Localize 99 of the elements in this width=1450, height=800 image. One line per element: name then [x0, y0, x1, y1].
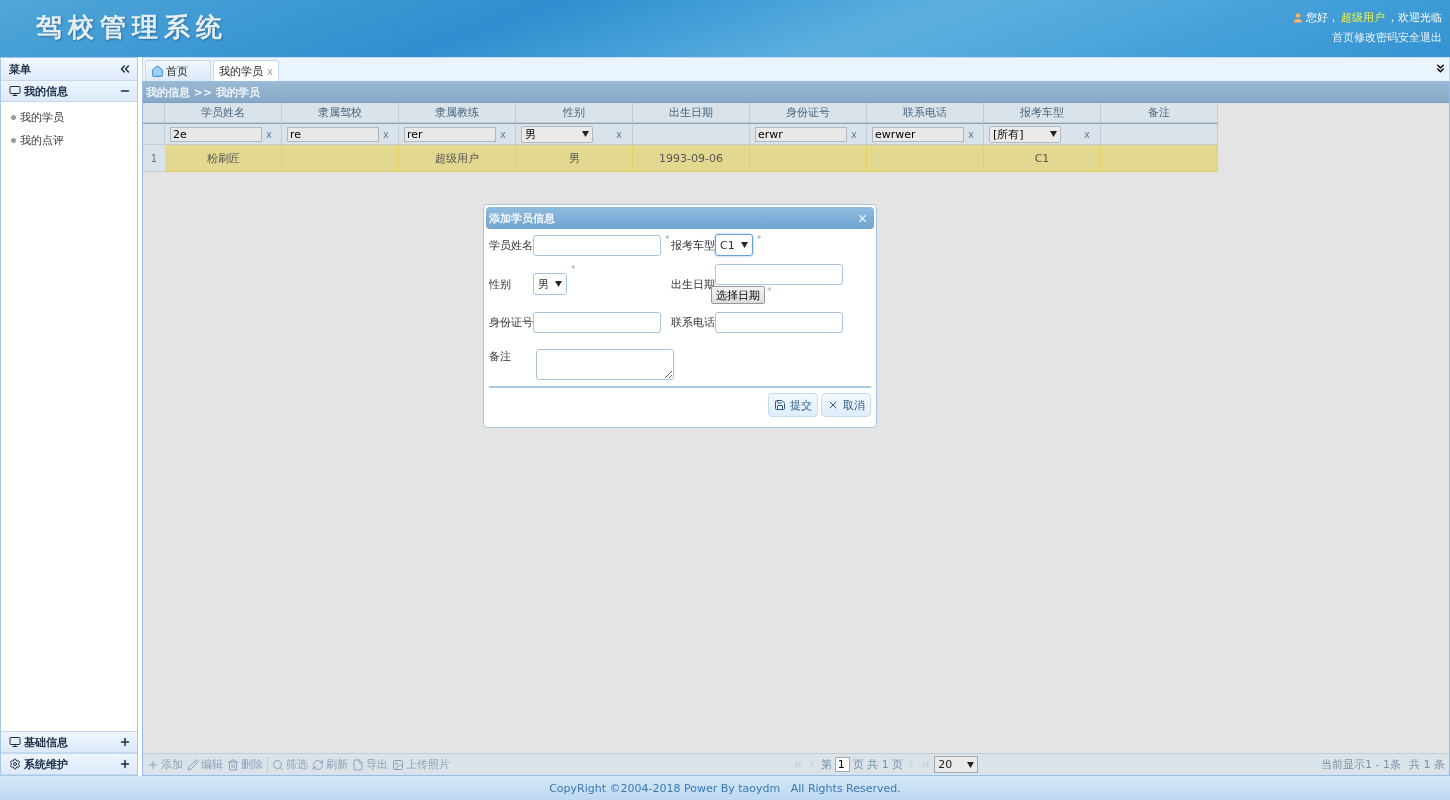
pencil-icon: [187, 758, 199, 771]
menu-group-header[interactable]: 系统维护: [1, 753, 137, 775]
table-cell: 超级用户: [399, 145, 516, 172]
table-cell: 1993-09-06: [633, 145, 750, 172]
clear-filter-button[interactable]: x: [500, 128, 506, 140]
pick-date-button[interactable]: 选择日期: [711, 286, 765, 304]
column-header[interactable]: 身份证号: [750, 103, 867, 123]
welcome-text: ，欢迎光临: [1387, 10, 1442, 25]
records-summary: 当前显示1 - 1条: [1321, 757, 1401, 772]
close-icon: [827, 399, 839, 411]
menu-group-header[interactable]: 基础信息: [1, 731, 137, 753]
text-field[interactable]: [533, 234, 661, 256]
table-cell: C1: [984, 145, 1101, 172]
filter-field[interactable]: erwr: [755, 126, 847, 142]
caret-icon: [582, 131, 589, 137]
tab-menu-icon[interactable]: [1434, 62, 1447, 75]
close-dialog-button[interactable]: [857, 212, 868, 224]
column-header[interactable]: 隶属驾校: [282, 103, 399, 123]
filter-field[interactable]: ewrwer: [872, 126, 964, 142]
save-icon: [774, 399, 786, 411]
date-field[interactable]: [715, 264, 843, 285]
row-number: 1: [143, 145, 165, 172]
header-link[interactable]: 修改密码: [1354, 30, 1398, 45]
file-icon: [352, 758, 364, 771]
page-size-select[interactable]: 20: [934, 756, 979, 773]
filter-field[interactable]: 2e: [170, 126, 262, 142]
notes-field[interactable]: [536, 349, 674, 380]
add-icon: [147, 758, 159, 771]
monitor-icon: [9, 736, 21, 748]
required-mark: *: [571, 264, 576, 274]
menu-group-header[interactable]: 我的信息: [1, 81, 137, 102]
filter-select[interactable]: 男: [521, 125, 593, 143]
expand-icon: [119, 736, 131, 748]
caret-icon: [555, 281, 562, 287]
app-title: 驾校管理系统: [36, 11, 228, 44]
filter-field[interactable]: re: [287, 126, 379, 142]
required-mark: *: [665, 234, 670, 244]
menu-group-label: 系统维护: [24, 756, 68, 772]
close-tab-button[interactable]: x: [267, 65, 273, 77]
user-name: 超级用户: [1341, 10, 1385, 25]
breadcrumb: 我的信息 >> 我的学员: [143, 82, 1449, 103]
records-total: 共 1 条: [1409, 757, 1445, 772]
footer-text: CopyRight ©2004-2018 Power By taoydm All Rights Reserved.: [0, 776, 1450, 800]
tab-label: 首页: [166, 63, 188, 79]
search-icon: [272, 758, 284, 771]
column-header[interactable]: 报考车型: [984, 103, 1101, 123]
caret-icon: [967, 761, 975, 768]
header-link[interactable]: 安全退出: [1398, 30, 1442, 45]
image-icon: [392, 758, 404, 771]
filter-field[interactable]: rer: [404, 126, 496, 142]
trash-icon: [227, 758, 239, 771]
menu-item[interactable]: 我的学员: [1, 106, 137, 129]
select-field[interactable]: 男: [533, 273, 567, 295]
field-label: 备注: [489, 349, 512, 364]
expand-icon: [119, 758, 131, 770]
clear-filter-button[interactable]: x: [383, 128, 389, 140]
caret-icon: [1050, 131, 1057, 137]
dialog-title: 添加学员信息: [489, 210, 555, 226]
caret-icon: [740, 242, 748, 248]
column-header[interactable]: 出生日期: [633, 103, 750, 123]
page-label: 第: [820, 757, 832, 772]
refresh-icon: [312, 758, 324, 771]
page-count: 页 共 1 页: [852, 757, 904, 772]
field-label: 性别: [489, 276, 512, 292]
submit-button[interactable]: 提交: [768, 393, 818, 417]
tab-label: 我的学员: [219, 63, 263, 79]
text-field[interactable]: [533, 312, 661, 333]
tab[interactable]: 我的学员 x: [213, 60, 279, 81]
clear-filter-button[interactable]: x: [851, 128, 857, 140]
clear-filter-button[interactable]: x: [1084, 128, 1090, 140]
gear-icon: [9, 758, 21, 770]
column-header[interactable]: 学员姓名: [165, 103, 282, 123]
clear-filter-button[interactable]: x: [266, 128, 272, 140]
text-field[interactable]: [715, 312, 843, 333]
filter-select[interactable]: [所有]: [989, 125, 1061, 143]
column-header[interactable]: 联系电话: [867, 103, 984, 123]
column-header[interactable]: 性别: [516, 103, 633, 123]
menu-group-label: 基础信息: [24, 734, 68, 750]
menu-group-label: 我的信息: [24, 83, 68, 99]
menu-title: 菜单: [9, 61, 31, 77]
page-field[interactable]: 1: [834, 757, 850, 772]
home-icon: [151, 64, 164, 78]
greeting-text: 您好，: [1306, 10, 1339, 25]
tab[interactable]: 首页: [145, 60, 211, 81]
collapse-sidebar-icon[interactable]: [118, 62, 132, 76]
table-cell: 男: [516, 145, 633, 172]
select-field[interactable]: C1: [715, 234, 753, 256]
required-mark: *: [756, 234, 762, 244]
table-cell: 粉刷匠: [165, 145, 282, 172]
user-icon: [1292, 11, 1304, 24]
monitor-icon: [9, 85, 21, 97]
header-link[interactable]: 首页: [1332, 30, 1354, 45]
column-header[interactable]: 隶属教练: [399, 103, 516, 123]
menu-item[interactable]: 我的点评: [1, 129, 137, 152]
required-mark: *: [767, 286, 772, 296]
cancel-button[interactable]: 取消: [821, 393, 871, 417]
clear-filter-button[interactable]: x: [968, 128, 974, 140]
column-header[interactable]: 备注: [1101, 103, 1218, 123]
clear-filter-button[interactable]: x: [616, 128, 622, 140]
